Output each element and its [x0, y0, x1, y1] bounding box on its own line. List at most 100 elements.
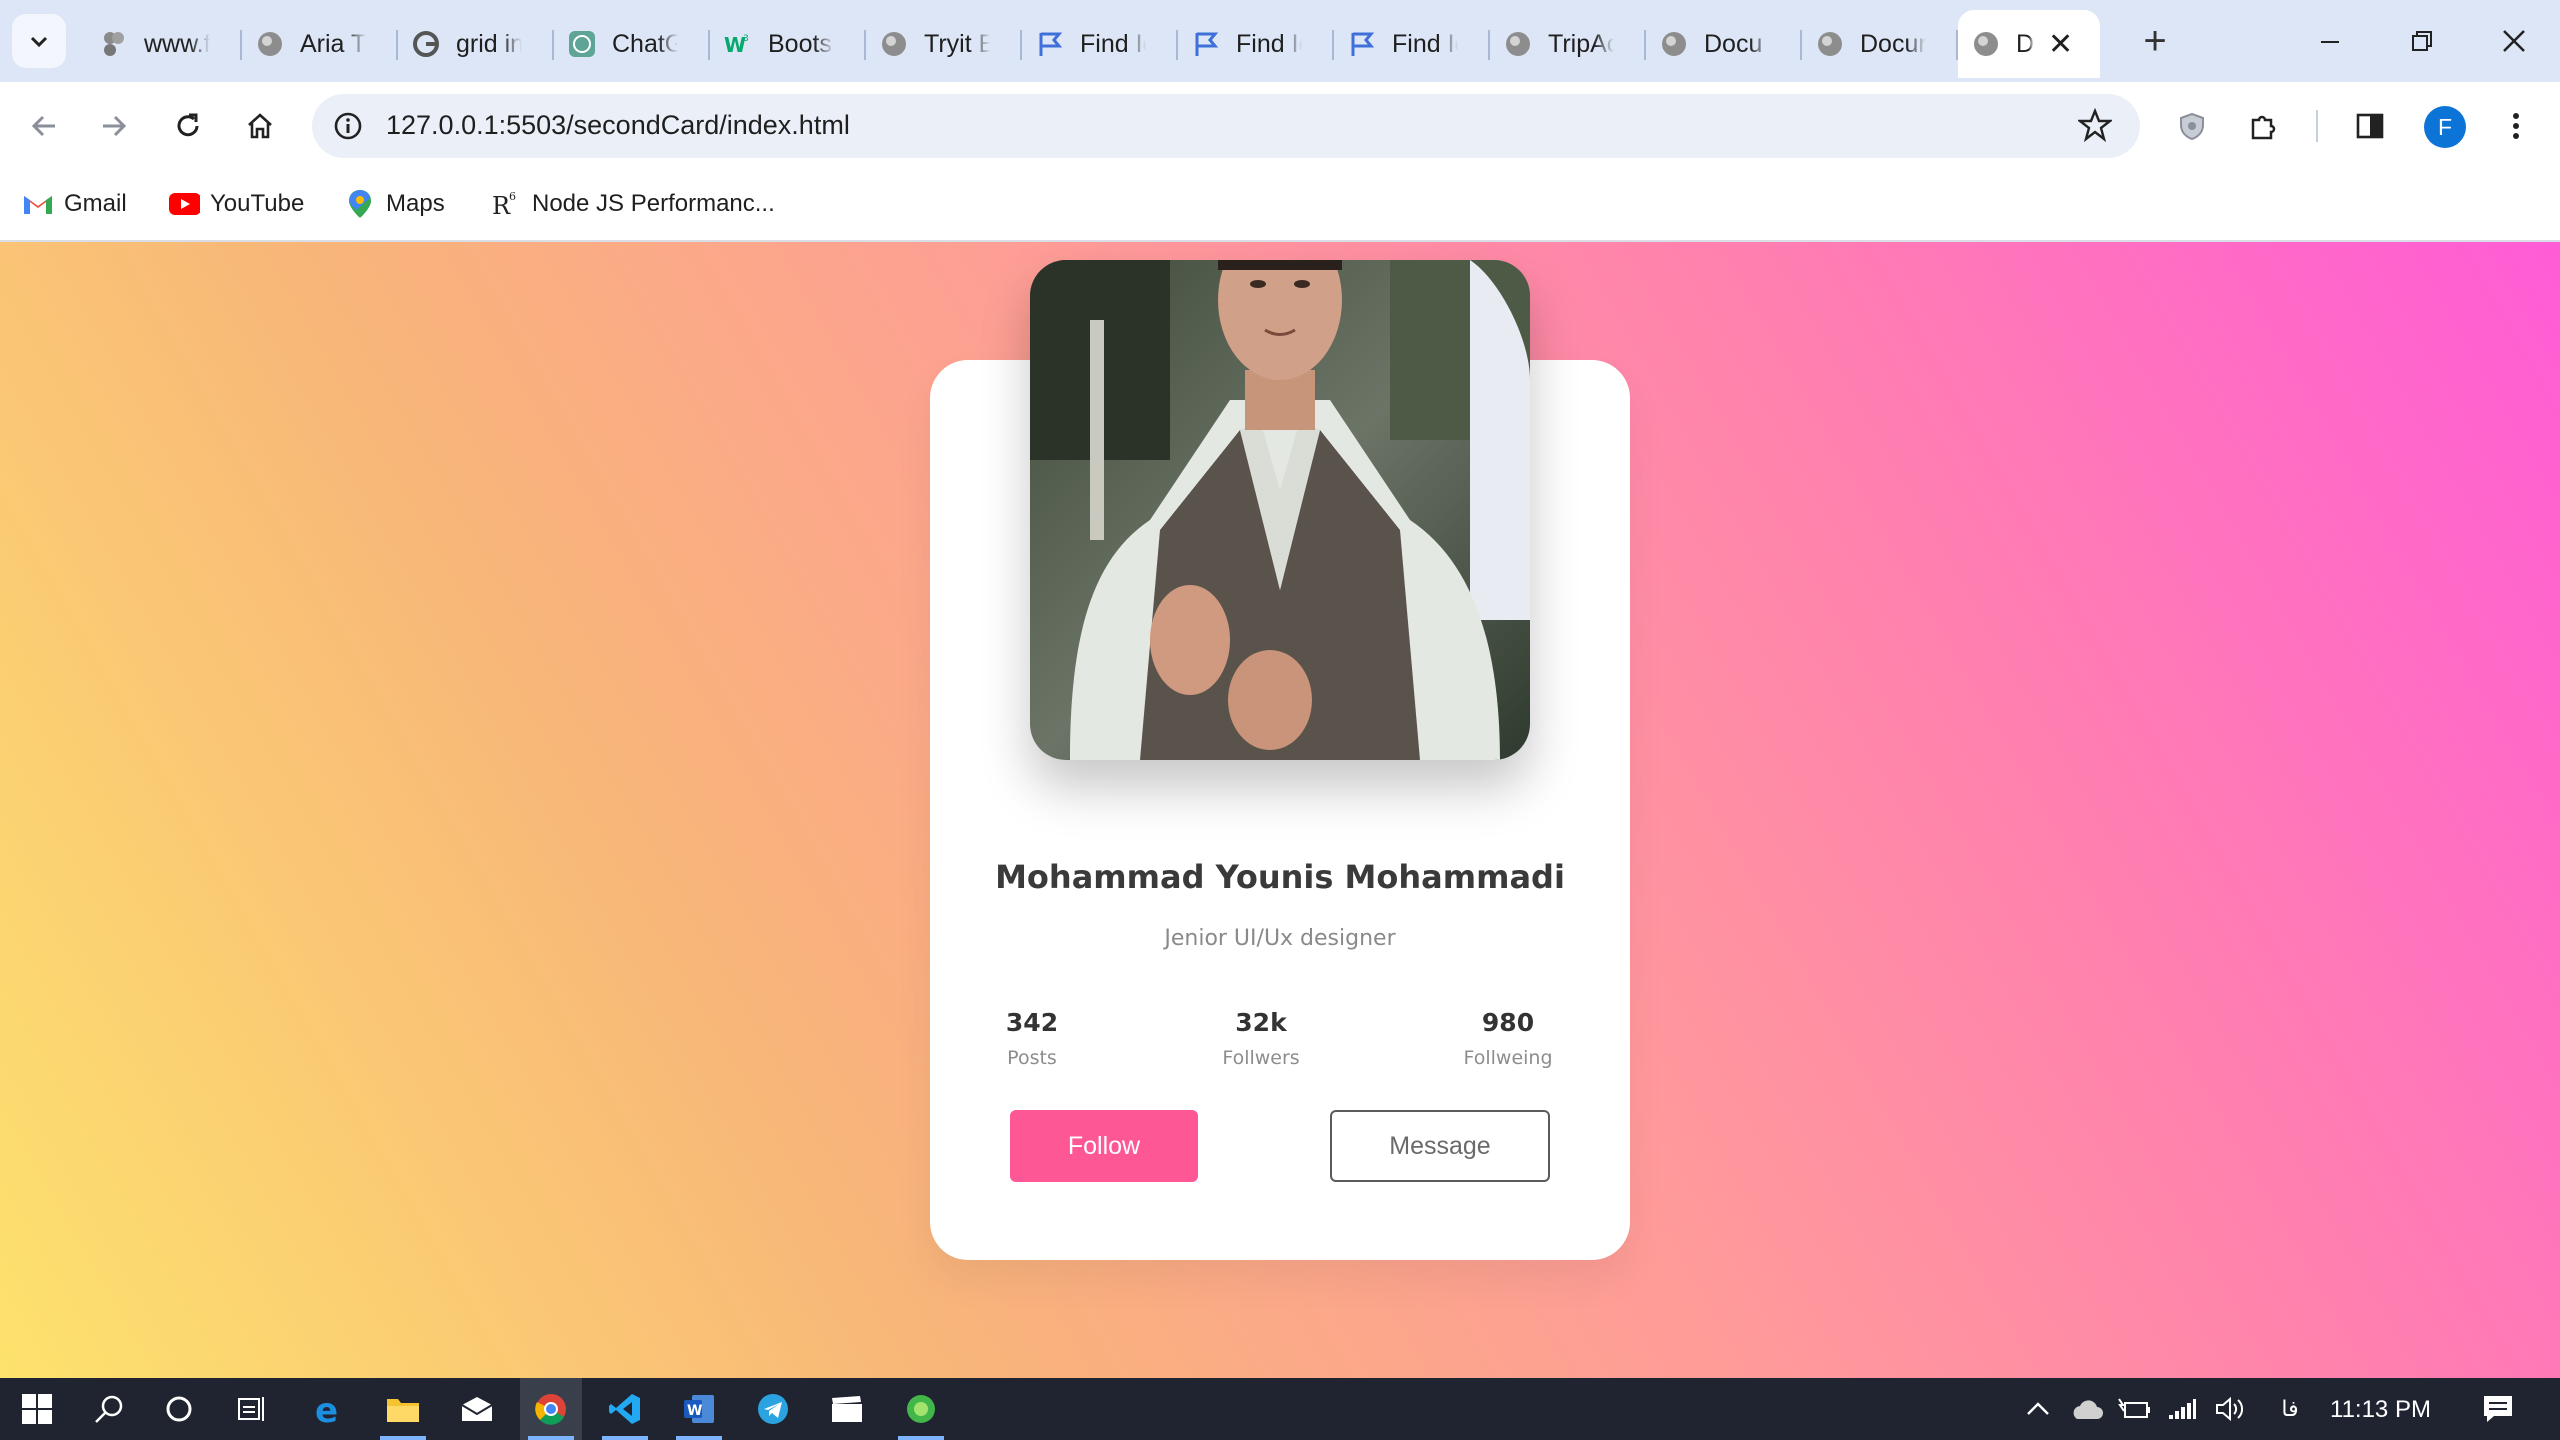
youtube-icon	[168, 188, 200, 220]
arrow-right-icon	[103, 115, 127, 137]
shield-icon	[2180, 112, 2204, 141]
mail-icon	[461, 1397, 493, 1421]
tab-4[interactable]: W3 Boots	[710, 10, 866, 78]
start-button[interactable]	[6, 1378, 68, 1440]
tab-0[interactable]: www.f	[86, 10, 242, 78]
tab-title: Find Ic	[1080, 29, 1146, 58]
search-button[interactable]	[78, 1378, 140, 1440]
globe-icon	[1814, 28, 1846, 60]
tab-search-button[interactable]	[12, 14, 66, 68]
google-icon	[410, 28, 442, 60]
vscode-app[interactable]	[594, 1378, 656, 1440]
r6-icon: R6	[490, 188, 522, 220]
tab-active[interactable]: D ✕	[1958, 10, 2100, 78]
language-indicator[interactable]: فا	[2270, 1378, 2310, 1440]
side-panel-button[interactable]	[2346, 102, 2394, 150]
gmail-icon	[22, 188, 54, 220]
restore-button[interactable]	[2392, 16, 2452, 66]
action-center-button[interactable]	[2476, 1378, 2520, 1440]
stat-following: 980 Follweing	[1408, 1008, 1608, 1069]
url-text[interactable]: 127.0.0.1:5503/secondCard/index.html	[386, 110, 850, 141]
follow-button[interactable]: Follow	[1010, 1110, 1198, 1182]
file-explorer-app[interactable]	[372, 1378, 434, 1440]
site-info-icon[interactable]	[326, 104, 370, 148]
tab-10[interactable]: Docu	[1646, 10, 1802, 78]
tab-8[interactable]: Find Ic	[1334, 10, 1490, 78]
stat-posts: 342 Posts	[932, 1008, 1132, 1069]
new-tab-button[interactable]: +	[2132, 18, 2178, 64]
reload-button[interactable]	[164, 102, 212, 150]
flag-icon	[1190, 28, 1222, 60]
extension-shield-button[interactable]	[2168, 102, 2216, 150]
tab-5[interactable]: Tryit E	[866, 10, 1022, 78]
back-button[interactable]	[20, 102, 68, 150]
tab-title: Find Ic	[1236, 29, 1302, 58]
extensions-button[interactable]	[2240, 102, 2288, 150]
telegram-icon	[758, 1394, 788, 1424]
tab-9[interactable]: TripAc	[1490, 10, 1646, 78]
video-editor-app[interactable]	[816, 1378, 878, 1440]
restore-icon	[2412, 31, 2432, 51]
bookmark-youtube[interactable]: YouTube	[168, 186, 304, 222]
tab-title: D	[2016, 29, 2034, 58]
tab-title: TripAc	[1548, 29, 1614, 58]
show-hidden-icons-button[interactable]	[2020, 1378, 2056, 1440]
tab-3[interactable]: ChatG	[554, 10, 710, 78]
flag-icon	[1034, 28, 1066, 60]
telegram-app[interactable]	[742, 1378, 804, 1440]
close-window-button[interactable]	[2484, 16, 2544, 66]
bookmark-node-js[interactable]: R6 Node JS Performanc...	[490, 186, 775, 222]
forward-button[interactable]	[90, 102, 138, 150]
tab-list: www.f Aria Ti grid in ChatG W3 Boots Try…	[86, 10, 2100, 78]
message-button[interactable]: Message	[1330, 1110, 1550, 1182]
tab-11[interactable]: Docur	[1802, 10, 1958, 78]
svg-text:e: e	[315, 1392, 338, 1426]
home-icon	[248, 113, 272, 139]
stat-value: 32k	[1235, 1008, 1287, 1037]
minimize-button[interactable]	[2300, 16, 2360, 66]
globe-icon	[1658, 28, 1690, 60]
tab-2[interactable]: grid in	[398, 10, 554, 78]
flag-icon	[1346, 28, 1378, 60]
profile-avatar[interactable]: F	[2424, 106, 2466, 148]
battery-tray[interactable]	[2114, 1378, 2154, 1440]
green-app[interactable]	[890, 1378, 952, 1440]
notification-icon	[2484, 1396, 2512, 1422]
bookmark-maps[interactable]: Maps	[344, 186, 445, 222]
profile-photo	[1030, 260, 1530, 760]
windows-taskbar: e W فا 11:13 PM	[0, 1378, 2560, 1440]
word-icon: W	[684, 1395, 714, 1423]
browser-menu-button[interactable]	[2492, 102, 2540, 150]
mail-app[interactable]	[446, 1378, 508, 1440]
windows-logo-icon	[22, 1394, 52, 1424]
tab-title: Tryit E	[924, 29, 990, 58]
stat-value: 980	[1481, 1008, 1535, 1037]
taskbar-clock[interactable]: 11:13 PM	[2330, 1396, 2431, 1424]
close-tab-icon[interactable]: ✕	[2048, 27, 2073, 62]
more-vertical-icon	[2513, 113, 2519, 139]
bookmark-label: Maps	[386, 190, 445, 217]
bookmark-gmail[interactable]: Gmail	[22, 186, 127, 222]
edge-app[interactable]: e	[298, 1378, 360, 1440]
onedrive-tray[interactable]	[2066, 1378, 2106, 1440]
network-tray[interactable]	[2162, 1378, 2202, 1440]
page-background: Mohammad Younis Mohammadi Jenior UI/Ux d…	[0, 242, 2560, 1378]
figma-icon	[98, 28, 130, 60]
cortana-button[interactable]	[148, 1378, 210, 1440]
tab-6[interactable]: Find Ic	[1022, 10, 1178, 78]
volume-tray[interactable]	[2210, 1378, 2250, 1440]
chrome-app[interactable]	[520, 1378, 582, 1440]
w3schools-icon: W3	[722, 28, 754, 60]
bookmark-star-icon[interactable]	[2076, 107, 2114, 147]
globe-icon	[878, 28, 910, 60]
task-view-icon	[238, 1397, 264, 1421]
arrow-left-icon	[31, 115, 55, 137]
tab-1[interactable]: Aria Ti	[242, 10, 398, 78]
task-view-button[interactable]	[220, 1378, 282, 1440]
speaker-icon	[2216, 1396, 2244, 1422]
address-bar[interactable]: 127.0.0.1:5503/secondCard/index.html	[312, 94, 2140, 158]
tab-7[interactable]: Find Ic	[1178, 10, 1334, 78]
word-app[interactable]: W	[668, 1378, 730, 1440]
home-button[interactable]	[236, 102, 284, 150]
tab-title: grid in	[456, 29, 522, 58]
